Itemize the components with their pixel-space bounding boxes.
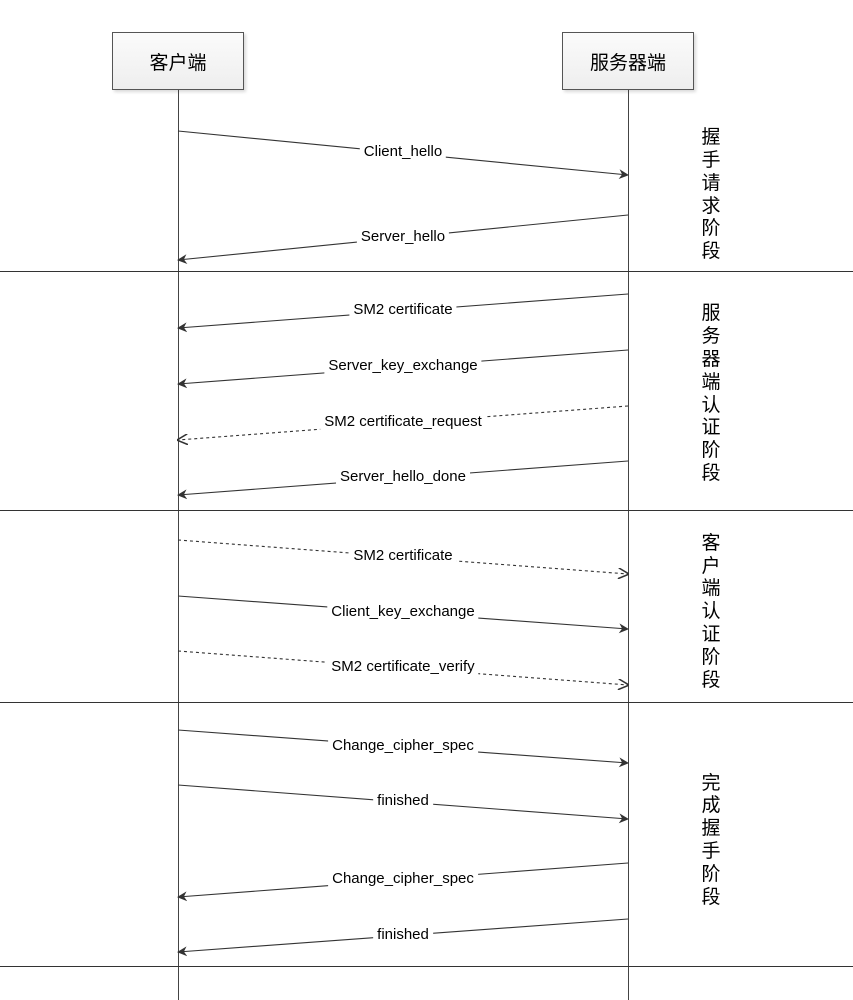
message-label: Client_key_exchange	[327, 603, 478, 620]
participant-server: 服务器端	[562, 32, 694, 90]
message-label: Change_cipher_spec	[328, 737, 478, 754]
message-label: SM2 certificate	[349, 547, 456, 564]
lifeline-client	[178, 90, 179, 1000]
phase-separator	[0, 702, 853, 703]
phase-separator	[0, 510, 853, 511]
phase-label: 完成握手阶段	[700, 730, 722, 952]
message-label: Change_cipher_spec	[328, 870, 478, 887]
message-label: Server_hello_done	[336, 468, 470, 485]
message-label: SM2 certificate_verify	[327, 658, 478, 675]
participant-client-label: 客户端	[149, 48, 206, 75]
phase-separator	[0, 271, 853, 272]
message-label: finished	[373, 792, 433, 809]
message-label: Client_hello	[360, 143, 446, 160]
lifeline-server	[628, 90, 629, 1000]
message-label: finished	[373, 926, 433, 943]
phase-label: 客户端认证阶段	[700, 540, 722, 685]
participant-server-label: 服务器端	[590, 48, 666, 75]
phase-label: 握手请求阶段	[700, 131, 722, 260]
phase-label: 服务器端认证阶段	[700, 294, 722, 495]
participant-client: 客户端	[112, 32, 244, 90]
message-label: Server_key_exchange	[324, 357, 481, 374]
phase-separator	[0, 966, 853, 967]
message-label: SM2 certificate	[349, 301, 456, 318]
message-label: SM2 certificate_request	[320, 413, 486, 430]
message-label: Server_hello	[357, 228, 449, 245]
